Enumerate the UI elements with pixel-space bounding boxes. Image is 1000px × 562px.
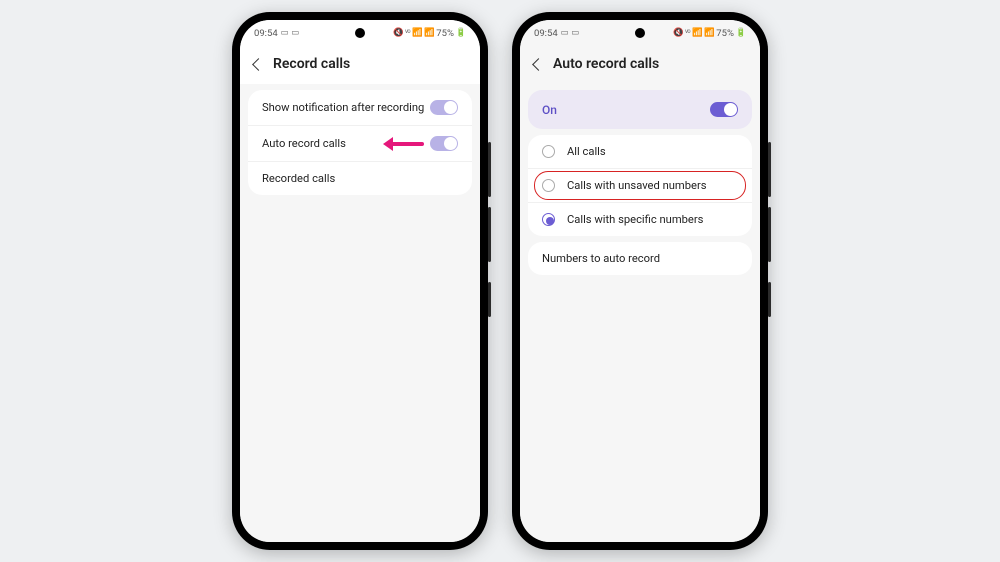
radio-option-all-calls[interactable]: All calls xyxy=(528,135,752,168)
radio-options-card: All calls Calls with unsaved numbers Cal… xyxy=(528,135,752,236)
phone-mockup-left: 09:54 ▭ ▭ 🔇 ᵛᵒ 📶 📶 75% 🔋 Record calls Sh… xyxy=(232,12,488,550)
mute-icon: 🔇 xyxy=(393,29,403,38)
back-icon[interactable] xyxy=(252,58,265,71)
on-label: On xyxy=(542,103,557,117)
content-area: On All calls Calls with unsaved numbers … xyxy=(520,84,760,542)
row-label: Show notification after recording xyxy=(262,101,424,114)
titlebar: Record calls xyxy=(240,46,480,84)
toggle-switch[interactable] xyxy=(430,100,458,115)
page-title: Auto record calls xyxy=(553,56,659,72)
status-app-icon: ▭ xyxy=(291,29,299,38)
annotation-arrow xyxy=(390,142,424,146)
battery-icon: 🔋 xyxy=(736,29,746,38)
content-area: Show notification after recording Auto r… xyxy=(240,84,480,542)
battery-percent: 75% xyxy=(436,28,454,39)
toggle-switch[interactable] xyxy=(710,102,738,117)
signal-icon: 📶 xyxy=(692,29,702,38)
volume-down-button xyxy=(488,207,491,262)
battery-icon: 🔋 xyxy=(456,29,466,38)
status-app-icon: ▭ xyxy=(281,29,289,38)
back-icon[interactable] xyxy=(532,58,545,71)
mute-icon: 🔇 xyxy=(673,29,683,38)
radio-icon[interactable] xyxy=(542,145,555,158)
row-label: Numbers to auto record xyxy=(542,252,660,265)
row-auto-record[interactable]: Auto record calls xyxy=(248,125,472,161)
status-app-icon: ▭ xyxy=(571,29,579,38)
radio-option-unsaved[interactable]: Calls with unsaved numbers xyxy=(528,168,752,202)
screen-left: 09:54 ▭ ▭ 🔇 ᵛᵒ 📶 📶 75% 🔋 Record calls Sh… xyxy=(240,20,480,542)
radio-option-specific[interactable]: Calls with specific numbers xyxy=(528,202,752,236)
phone-mockup-right: 09:54 ▭ ▭ 🔇 ᵛᵒ 📶 📶 75% 🔋 Auto record cal… xyxy=(512,12,768,550)
power-button xyxy=(768,282,771,317)
page-title: Record calls xyxy=(273,56,350,72)
radio-label: Calls with specific numbers xyxy=(567,213,703,226)
row-show-notification[interactable]: Show notification after recording xyxy=(248,90,472,125)
signal-icon: 📶 xyxy=(412,29,422,38)
radio-label: Calls with unsaved numbers xyxy=(567,179,707,192)
camera-hole xyxy=(635,28,645,38)
volte-icon: ᵛᵒ xyxy=(685,29,690,38)
row-recorded-calls[interactable]: Recorded calls xyxy=(248,161,472,195)
battery-percent: 75% xyxy=(716,28,734,39)
toggle-switch[interactable] xyxy=(430,136,458,151)
row-numbers-to-record[interactable]: Numbers to auto record xyxy=(528,242,752,275)
status-time: 09:54 xyxy=(534,28,558,39)
settings-card: Show notification after recording Auto r… xyxy=(248,90,472,195)
signal-icon: 📶 xyxy=(704,29,714,38)
camera-hole xyxy=(355,28,365,38)
titlebar: Auto record calls xyxy=(520,46,760,84)
numbers-card: Numbers to auto record xyxy=(528,242,752,275)
master-toggle-row[interactable]: On xyxy=(528,90,752,129)
row-label: Auto record calls xyxy=(262,137,346,150)
volume-up-button xyxy=(488,142,491,197)
radio-icon[interactable] xyxy=(542,179,555,192)
volume-down-button xyxy=(768,207,771,262)
screen-right: 09:54 ▭ ▭ 🔇 ᵛᵒ 📶 📶 75% 🔋 Auto record cal… xyxy=(520,20,760,542)
signal-icon: 📶 xyxy=(424,29,434,38)
row-label: Recorded calls xyxy=(262,172,335,185)
status-time: 09:54 xyxy=(254,28,278,39)
radio-icon[interactable] xyxy=(542,213,555,226)
status-app-icon: ▭ xyxy=(561,29,569,38)
volume-up-button xyxy=(768,142,771,197)
radio-label: All calls xyxy=(567,145,606,158)
volte-icon: ᵛᵒ xyxy=(405,29,410,38)
power-button xyxy=(488,282,491,317)
